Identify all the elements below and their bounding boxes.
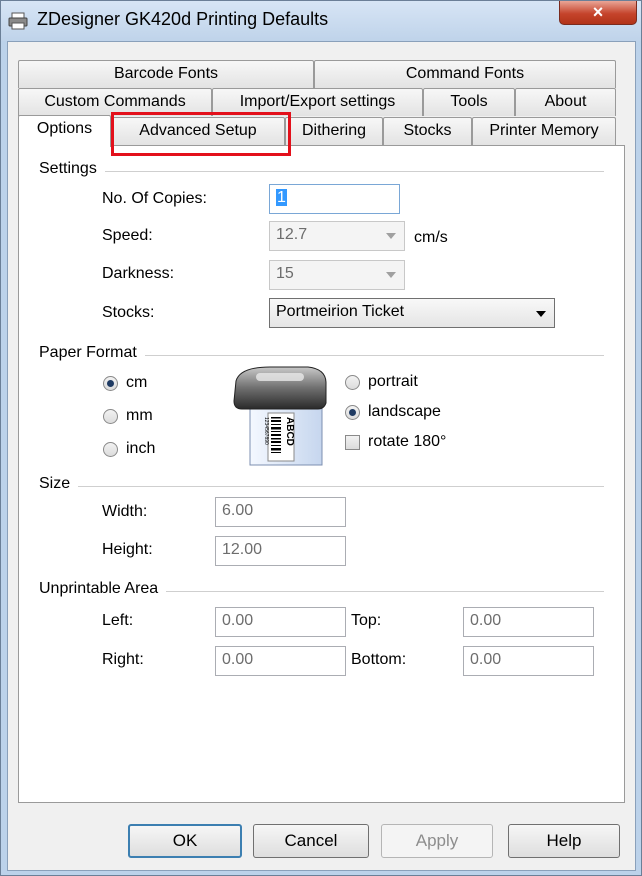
advanced-setup-highlight bbox=[111, 112, 291, 156]
settings-divider bbox=[39, 171, 604, 172]
darkness-label: Darkness: bbox=[102, 265, 175, 282]
options-panel: Settings No. Of Copies: 1 Speed: 12.7 cm… bbox=[18, 145, 625, 803]
tab-printer-memory[interactable]: Printer Memory bbox=[472, 117, 616, 145]
top-label: Top: bbox=[351, 612, 382, 629]
right-input[interactable]: 0.00 bbox=[215, 646, 346, 676]
unprintable-section-label: Unprintable Area bbox=[39, 580, 167, 598]
darkness-select[interactable]: 15 bbox=[269, 260, 405, 290]
bottom-value: 0.00 bbox=[470, 651, 502, 668]
stocks-label: Stocks: bbox=[102, 304, 155, 321]
copies-value: 1 bbox=[276, 189, 287, 206]
label-preview-text: ABCD bbox=[284, 417, 295, 446]
apply-button[interactable]: Apply bbox=[381, 824, 493, 858]
unit-mm-radio[interactable] bbox=[103, 409, 118, 424]
tab-command-fonts[interactable]: Command Fonts bbox=[314, 60, 616, 88]
rotate-180-checkbox[interactable] bbox=[345, 435, 360, 450]
label-printer-illustration: ABCD 1234567890 bbox=[233, 366, 327, 466]
left-value: 0.00 bbox=[222, 612, 254, 629]
left-label: Left: bbox=[102, 612, 134, 629]
left-input[interactable]: 0.00 bbox=[215, 607, 346, 637]
orientation-landscape-radio[interactable] bbox=[345, 405, 360, 420]
rotate-180-label: rotate 180° bbox=[368, 433, 447, 450]
top-input[interactable]: 0.00 bbox=[463, 607, 594, 637]
chevron-down-icon bbox=[536, 311, 546, 317]
title-bar[interactable]: ZDesigner GK420d Printing Defaults × bbox=[1, 1, 641, 41]
size-section-label: Size bbox=[39, 475, 79, 493]
orientation-landscape-label: landscape bbox=[368, 403, 441, 420]
paper-format-section-label: Paper Format bbox=[39, 344, 145, 362]
chevron-down-icon bbox=[386, 272, 396, 278]
unit-inch-label: inch bbox=[126, 440, 156, 457]
close-button[interactable]: × bbox=[559, 1, 637, 25]
settings-section-label: Settings bbox=[39, 160, 105, 178]
top-value: 0.00 bbox=[470, 612, 502, 629]
tab-tools[interactable]: Tools bbox=[423, 88, 515, 116]
width-label: Width: bbox=[102, 503, 148, 520]
tab-options[interactable]: Options bbox=[18, 115, 111, 147]
copies-label: No. Of Copies: bbox=[102, 190, 207, 207]
size-divider bbox=[39, 486, 604, 487]
tab-stocks[interactable]: Stocks bbox=[383, 117, 472, 145]
height-input[interactable]: 12.00 bbox=[215, 536, 346, 566]
ok-button[interactable]: OK bbox=[128, 824, 242, 858]
stocks-select[interactable]: Portmeirion Ticket bbox=[269, 298, 555, 328]
printer-icon bbox=[8, 12, 28, 30]
tab-about[interactable]: About bbox=[515, 88, 616, 116]
tab-barcode-fonts[interactable]: Barcode Fonts bbox=[18, 60, 314, 88]
speed-unit: cm/s bbox=[414, 229, 448, 246]
tab-dithering[interactable]: Dithering bbox=[285, 117, 383, 145]
label-preview-number: 1234567890 bbox=[263, 417, 269, 445]
width-value: 6.00 bbox=[222, 502, 254, 519]
orientation-portrait-label: portrait bbox=[368, 373, 418, 390]
bottom-label: Bottom: bbox=[351, 651, 407, 668]
stocks-value: Portmeirion Ticket bbox=[276, 303, 405, 320]
window-title: ZDesigner GK420d Printing Defaults bbox=[37, 9, 329, 29]
orientation-portrait-radio[interactable] bbox=[345, 375, 360, 390]
darkness-value: 15 bbox=[276, 265, 294, 282]
cancel-button[interactable]: Cancel bbox=[253, 824, 369, 858]
unit-mm-label: mm bbox=[126, 407, 153, 424]
width-input[interactable]: 6.00 bbox=[215, 497, 346, 527]
unit-inch-radio[interactable] bbox=[103, 442, 118, 457]
speed-label: Speed: bbox=[102, 227, 153, 244]
copies-input[interactable]: 1 bbox=[269, 184, 400, 214]
printing-defaults-window: ZDesigner GK420d Printing Defaults × Bar… bbox=[0, 0, 642, 876]
help-button[interactable]: Help bbox=[508, 824, 620, 858]
unit-cm-radio[interactable] bbox=[103, 376, 118, 391]
bottom-input[interactable]: 0.00 bbox=[463, 646, 594, 676]
height-label: Height: bbox=[102, 541, 153, 558]
unit-cm-label: cm bbox=[126, 374, 148, 391]
speed-value: 12.7 bbox=[276, 226, 308, 243]
chevron-down-icon bbox=[386, 233, 396, 239]
height-value: 12.00 bbox=[222, 541, 263, 558]
right-value: 0.00 bbox=[222, 651, 254, 668]
speed-select[interactable]: 12.7 bbox=[269, 221, 405, 251]
dialog-client-area: Barcode Fonts Command Fonts Custom Comma… bbox=[7, 41, 636, 871]
right-label: Right: bbox=[102, 651, 144, 668]
